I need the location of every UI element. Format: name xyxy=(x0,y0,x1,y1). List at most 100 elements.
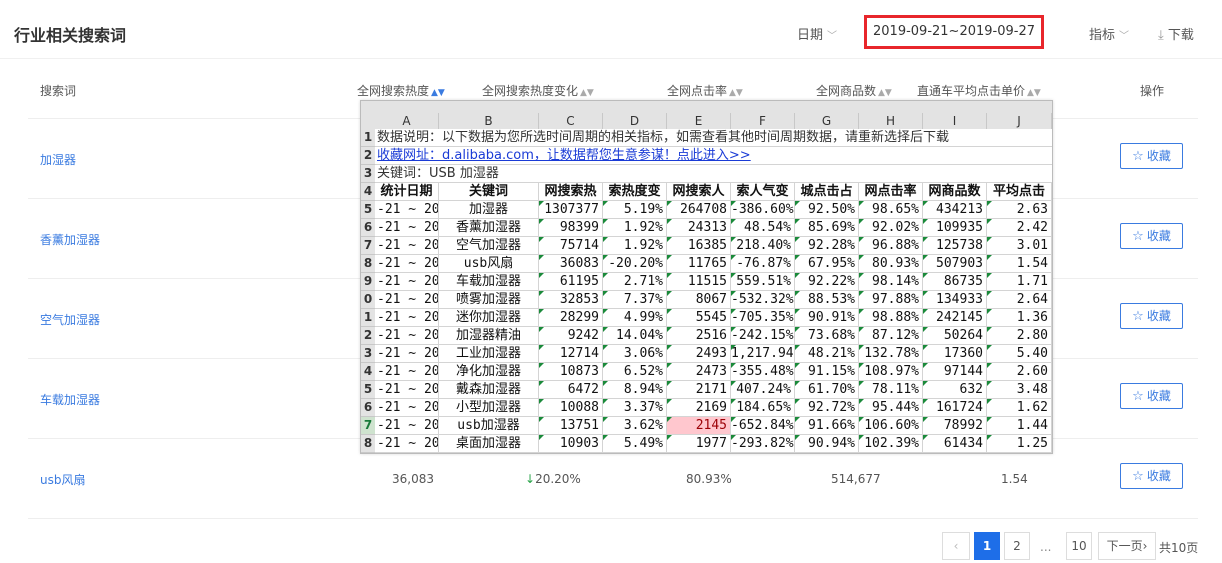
excel-cell[interactable]: 91.66% xyxy=(795,417,859,435)
excel-cell[interactable]: 喷雾加湿器 xyxy=(439,291,539,309)
excel-cell[interactable]: -705.35% xyxy=(731,309,795,327)
excel-header-cell[interactable]: 索热度变 xyxy=(603,183,667,201)
excel-cell[interactable]: 14.04% xyxy=(603,327,667,345)
excel-cell[interactable]: -21 ~ 20 xyxy=(375,255,439,273)
excel-cell[interactable]: 61434 xyxy=(923,435,987,453)
excel-cell[interactable]: 184.65% xyxy=(731,399,795,417)
sort-icon[interactable]: ▲▼ xyxy=(431,88,445,98)
excel-cell[interactable]: -242.15% xyxy=(731,327,795,345)
excel-row-header[interactable]: 6 xyxy=(361,219,375,237)
excel-column-header[interactable]: I xyxy=(923,113,987,129)
collect-button[interactable]: ☆ 收藏 xyxy=(1120,303,1183,329)
excel-cell[interactable]: 10088 xyxy=(539,399,603,417)
excel-cell[interactable]: 车载加湿器 xyxy=(439,273,539,291)
excel-cell[interactable]: 3.48 xyxy=(987,381,1052,399)
excel-cell[interactable]: 1.44 xyxy=(987,417,1052,435)
excel-cell[interactable]: 2145 xyxy=(667,417,731,435)
excel-header-cell[interactable]: 网搜索热 xyxy=(539,183,603,201)
col-header-heat[interactable]: 全网搜索热度 ▲▼ xyxy=(357,82,445,99)
excel-cell[interactable]: -386.60% xyxy=(731,201,795,219)
excel-cell[interactable]: 80.93% xyxy=(859,255,923,273)
excel-row-header[interactable]: 2 xyxy=(361,147,375,165)
excel-cell[interactable]: 98.88% xyxy=(859,309,923,327)
excel-cell[interactable]: 98399 xyxy=(539,219,603,237)
excel-cell[interactable]: 67.95% xyxy=(795,255,859,273)
excel-cell[interactable]: 2.63 xyxy=(987,201,1052,219)
excel-cell[interactable]: 17360 xyxy=(923,345,987,363)
sort-icon[interactable]: ▲▼ xyxy=(1027,88,1041,98)
excel-cell[interactable]: 88.53% xyxy=(795,291,859,309)
excel-cell[interactable]: -652.84% xyxy=(731,417,795,435)
excel-column-header[interactable]: A xyxy=(375,113,439,129)
excel-cell[interactable]: 2.71% xyxy=(603,273,667,291)
excel-cell[interactable]: 78.11% xyxy=(859,381,923,399)
excel-column-header[interactable]: E xyxy=(667,113,731,129)
excel-header-cell[interactable]: 城点击占 xyxy=(795,183,859,201)
excel-cell[interactable]: 98.65% xyxy=(859,201,923,219)
excel-cell[interactable]: 61.70% xyxy=(795,381,859,399)
excel-cell[interactable]: 9242 xyxy=(539,327,603,345)
excel-header-cell[interactable]: 网搜索人 xyxy=(667,183,731,201)
excel-column-header[interactable]: H xyxy=(859,113,923,129)
excel-row-header[interactable]: 4 xyxy=(361,183,375,201)
excel-cell[interactable]: 97144 xyxy=(923,363,987,381)
excel-cell[interactable]: 桌面加湿器 xyxy=(439,435,539,453)
excel-row-header[interactable]: 5 xyxy=(361,201,375,219)
excel-cell[interactable]: 73.68% xyxy=(795,327,859,345)
excel-cell[interactable]: 12714 xyxy=(539,345,603,363)
excel-row-header[interactable]: 4 xyxy=(361,363,375,381)
excel-header-cell[interactable]: 网商品数 xyxy=(923,183,987,201)
excel-row-header[interactable]: 9 xyxy=(361,273,375,291)
excel-hyperlink[interactable]: 收藏网址：d.alibaba.com，让数据帮您生意参谋！点此进入>> xyxy=(377,148,751,163)
col-header-ctr[interactable]: 全网点击率 ▲▼ xyxy=(667,82,743,99)
excel-cell[interactable]: 125738 xyxy=(923,237,987,255)
excel-cell[interactable]: 1.36 xyxy=(987,309,1052,327)
excel-cell[interactable]: 32853 xyxy=(539,291,603,309)
excel-cell[interactable]: 8067 xyxy=(667,291,731,309)
excel-cell[interactable]: 95.44% xyxy=(859,399,923,417)
excel-cell[interactable]: 6472 xyxy=(539,381,603,399)
excel-row-header[interactable]: 0 xyxy=(361,291,375,309)
excel-cell[interactable]: 48.54% xyxy=(731,219,795,237)
excel-cell[interactable]: 48.21% xyxy=(795,345,859,363)
excel-header-cell[interactable]: 索人气变 xyxy=(731,183,795,201)
excel-row-header[interactable]: 3 xyxy=(361,345,375,363)
excel-cell[interactable]: 264708 xyxy=(667,201,731,219)
excel-row-header[interactable]: 2 xyxy=(361,327,375,345)
excel-cell[interactable]: -76.87% xyxy=(731,255,795,273)
excel-cell[interactable]: 13751 xyxy=(539,417,603,435)
excel-cell[interactable]: 5.40 xyxy=(987,345,1052,363)
excel-cell[interactable]: -532.32% xyxy=(731,291,795,309)
excel-cell[interactable]: -21 ~ 20 xyxy=(375,201,439,219)
excel-cell[interactable]: 工业加湿器 xyxy=(439,345,539,363)
excel-cell[interactable]: 11765 xyxy=(667,255,731,273)
excel-cell[interactable]: 10873 xyxy=(539,363,603,381)
excel-cell[interactable]: 242145 xyxy=(923,309,987,327)
excel-cell[interactable]: 90.91% xyxy=(795,309,859,327)
excel-cell[interactable]: 407.24% xyxy=(731,381,795,399)
excel-cell[interactable]: 4.99% xyxy=(603,309,667,327)
excel-header-cell[interactable]: 网点击率 xyxy=(859,183,923,201)
date-range-picker[interactable]: 2019-09-21~2019-09-27 xyxy=(864,15,1044,49)
excel-cell[interactable]: 2.60 xyxy=(987,363,1052,381)
excel-row-header[interactable]: 7 xyxy=(361,237,375,255)
collect-button[interactable]: ☆ 收藏 xyxy=(1120,463,1183,489)
collect-button[interactable]: ☆ 收藏 xyxy=(1120,143,1183,169)
excel-cell[interactable]: 97.88% xyxy=(859,291,923,309)
excel-cell[interactable]: 2.80 xyxy=(987,327,1052,345)
excel-cell[interactable]: 1977 xyxy=(667,435,731,453)
excel-cell[interactable]: 1.71 xyxy=(987,273,1052,291)
excel-cell[interactable]: -21 ~ 20 xyxy=(375,417,439,435)
excel-cell[interactable]: 132.78% xyxy=(859,345,923,363)
excel-cell[interactable]: 86735 xyxy=(923,273,987,291)
date-dropdown[interactable]: 日期 ﹀ xyxy=(797,24,837,43)
excel-cell[interactable]: 1.92% xyxy=(603,237,667,255)
keyword-link[interactable]: 加湿器 xyxy=(40,151,76,168)
excel-cell[interactable]: 2473 xyxy=(667,363,731,381)
excel-cell[interactable]: 1.54 xyxy=(987,255,1052,273)
excel-cell[interactable]: 102.39% xyxy=(859,435,923,453)
excel-row-header[interactable]: 1 xyxy=(361,309,375,327)
excel-cell[interactable]: -355.48% xyxy=(731,363,795,381)
excel-cell[interactable]: 小型加湿器 xyxy=(439,399,539,417)
excel-header-cell[interactable]: 平均点击 xyxy=(987,183,1052,201)
